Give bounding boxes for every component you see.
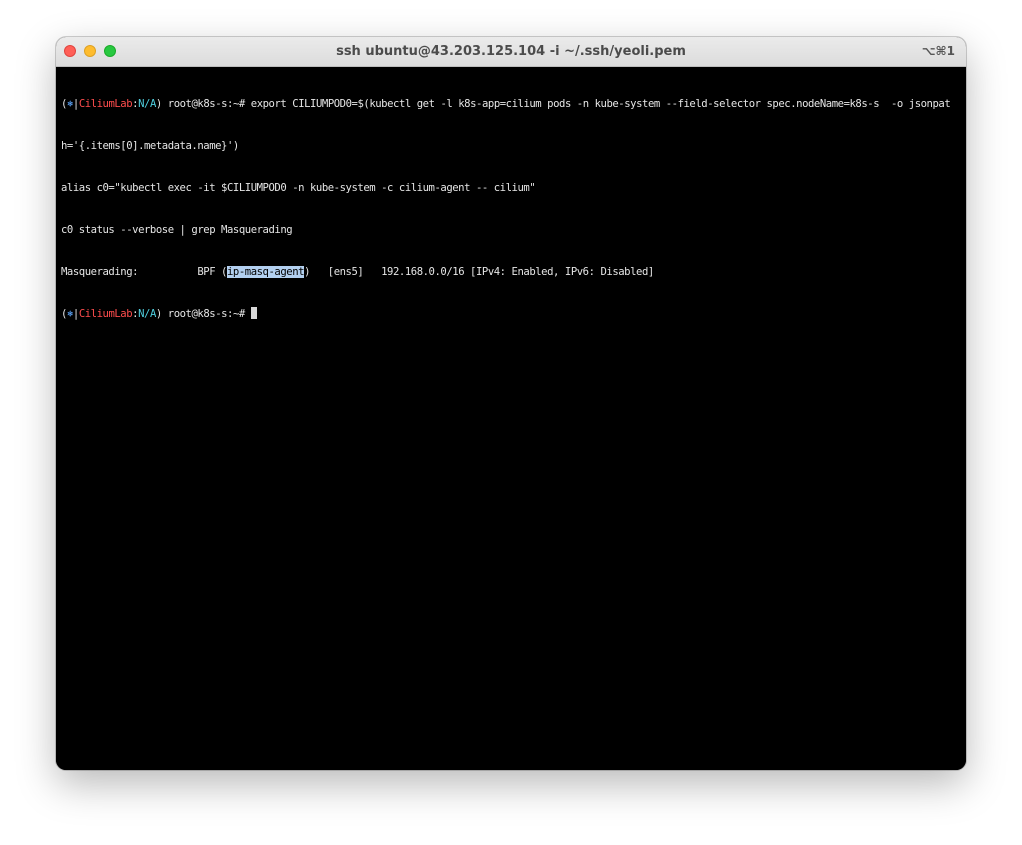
tab-shortcut-label: ⌥⌘1	[921, 44, 955, 58]
prompt-context: CiliumLab	[78, 308, 133, 320]
terminal-line-3: alias c0="kubectl exec -it $CILIUMPOD0 -…	[61, 182, 536, 194]
terminal-window: ssh ubuntu@43.203.125.104 -i ~/.ssh/yeol…	[56, 37, 966, 770]
output-prefix: Masquerading: BPF (	[61, 266, 227, 278]
terminal-line-4: c0 status --verbose | grep Masquerading	[61, 224, 293, 236]
selected-text[interactable]: ip-masq-agent	[226, 266, 305, 278]
output-suffix: ) [ens5] 192.168.0.0/16 [IPv4: Enabled, …	[304, 266, 654, 278]
prompt-namespace: N/A	[138, 98, 156, 110]
terminal-line-6: (⎈|CiliumLab:N/A) root@k8s-s:~#	[61, 307, 961, 321]
terminal-line-1: (⎈|CiliumLab:N/A) root@k8s-s:~# export C…	[61, 97, 961, 111]
terminal-line-2: h='{.items[0].metadata.name}')	[61, 140, 239, 152]
prompt-namespace: N/A	[138, 308, 156, 320]
text-cursor	[250, 307, 257, 319]
window-title: ssh ubuntu@43.203.125.104 -i ~/.ssh/yeol…	[336, 44, 686, 59]
terminal-line-5: Masquerading: BPF (ip-masq-agent) [ens5]…	[61, 265, 961, 279]
prompt-user-host: root@k8s-s:~#	[161, 308, 251, 320]
terminal-output[interactable]: (⎈|CiliumLab:N/A) root@k8s-s:~# export C…	[56, 67, 966, 770]
prompt-context: CiliumLab	[78, 98, 133, 110]
command-export: export CILIUMPOD0=$(kubectl get -l k8s-a…	[250, 98, 951, 110]
prompt-user-host: root@k8s-s:~#	[161, 98, 251, 110]
title-bar[interactable]: ssh ubuntu@43.203.125.104 -i ~/.ssh/yeol…	[56, 37, 966, 67]
